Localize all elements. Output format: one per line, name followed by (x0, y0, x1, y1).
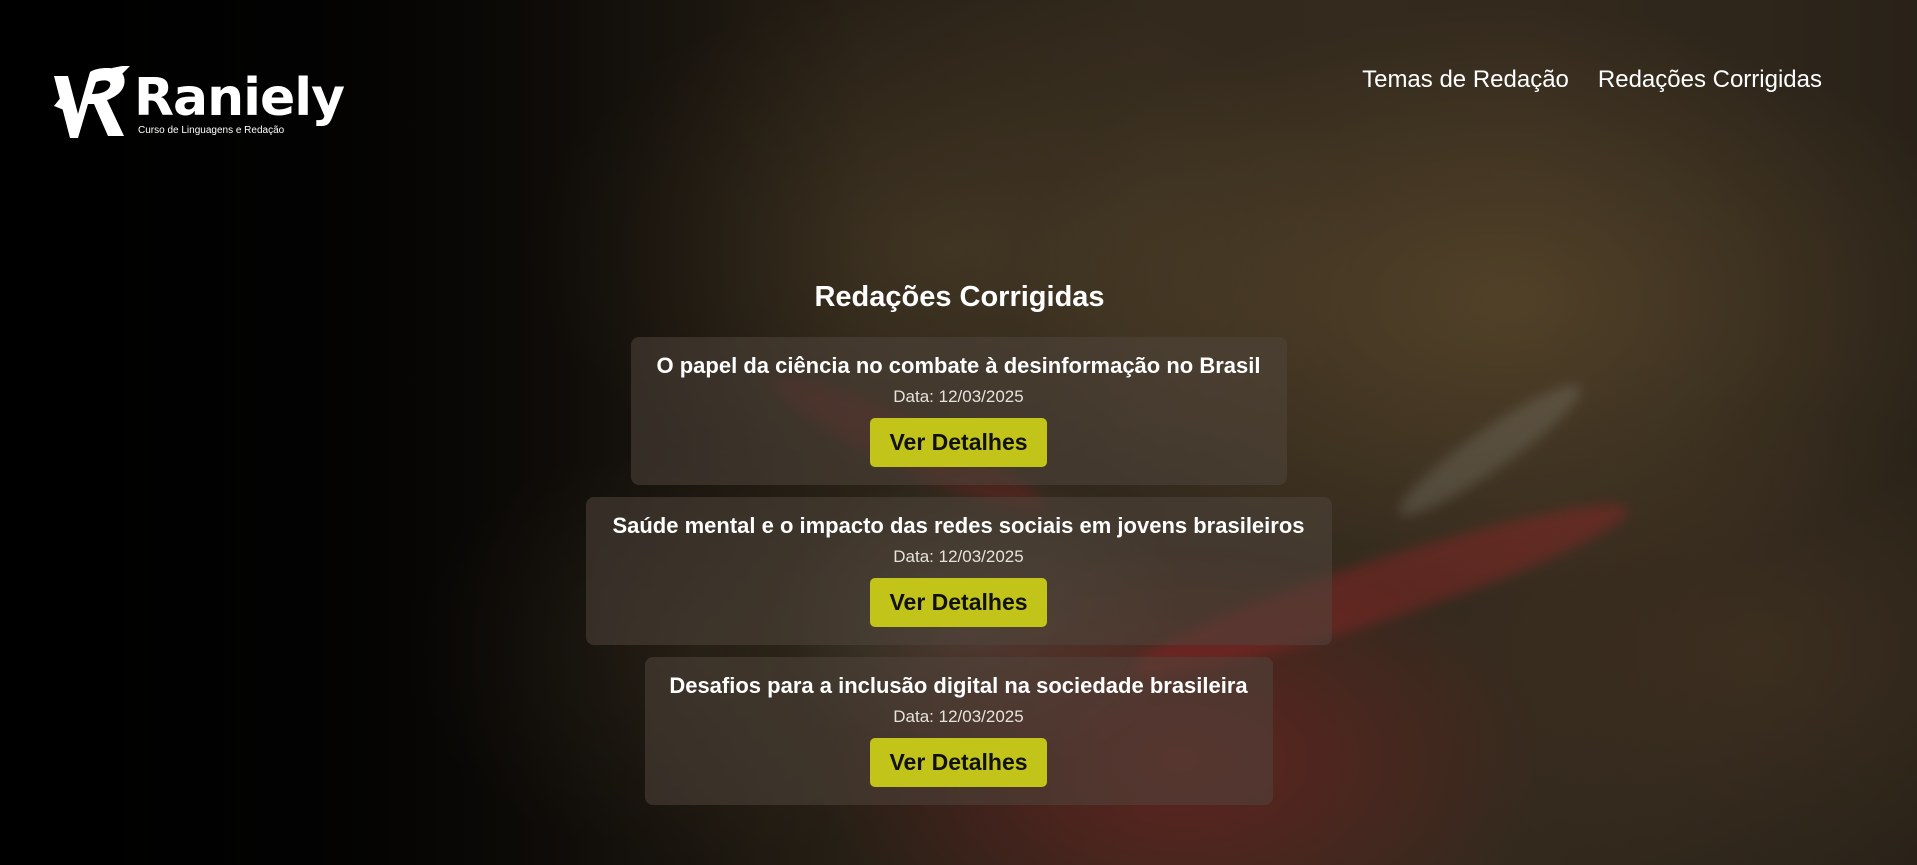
brand-tagline: Curso de Linguagens e Redação (138, 125, 285, 136)
essay-date: Data: 12/03/2025 (893, 707, 1024, 726)
site-header: Raniely Curso de Linguagens e Redação Te… (0, 0, 1917, 160)
essay-title: Desafios para a inclusão digital na soci… (669, 673, 1248, 698)
essay-title: Saúde mental e o impacto das redes socia… (612, 513, 1305, 538)
view-details-button[interactable]: Ver Detalhes (870, 738, 1047, 787)
essay-date: Data: 12/03/2025 (893, 547, 1024, 566)
main-nav: Temas de Redação Redações Corrigidas (1362, 66, 1822, 94)
nav-link-temas-de-redacao[interactable]: Temas de Redação (1362, 66, 1569, 94)
view-details-button[interactable]: Ver Detalhes (870, 578, 1047, 627)
essay-card: Desafios para a inclusão digital na soci… (644, 657, 1273, 805)
nav-link-redacoes-corrigidas[interactable]: Redações Corrigidas (1598, 66, 1822, 94)
essay-card: Saúde mental e o impacto das redes socia… (585, 497, 1332, 645)
vr-monogram-icon (54, 66, 130, 138)
essay-title: O papel da ciência no combate à desinfor… (656, 353, 1261, 378)
brand-name: Raniely (134, 68, 345, 128)
brand-logo[interactable]: Raniely Curso de Linguagens e Redação (52, 66, 345, 142)
view-details-button[interactable]: Ver Detalhes (870, 418, 1047, 467)
essay-list: O papel da ciência no combate à desinfor… (585, 337, 1332, 805)
essay-date: Data: 12/03/2025 (893, 387, 1024, 406)
essay-card: O papel da ciência no combate à desinfor… (630, 337, 1287, 485)
main-content: Redações Corrigidas O papel da ciência n… (0, 280, 1917, 805)
page-title: Redações Corrigidas (814, 281, 1105, 313)
